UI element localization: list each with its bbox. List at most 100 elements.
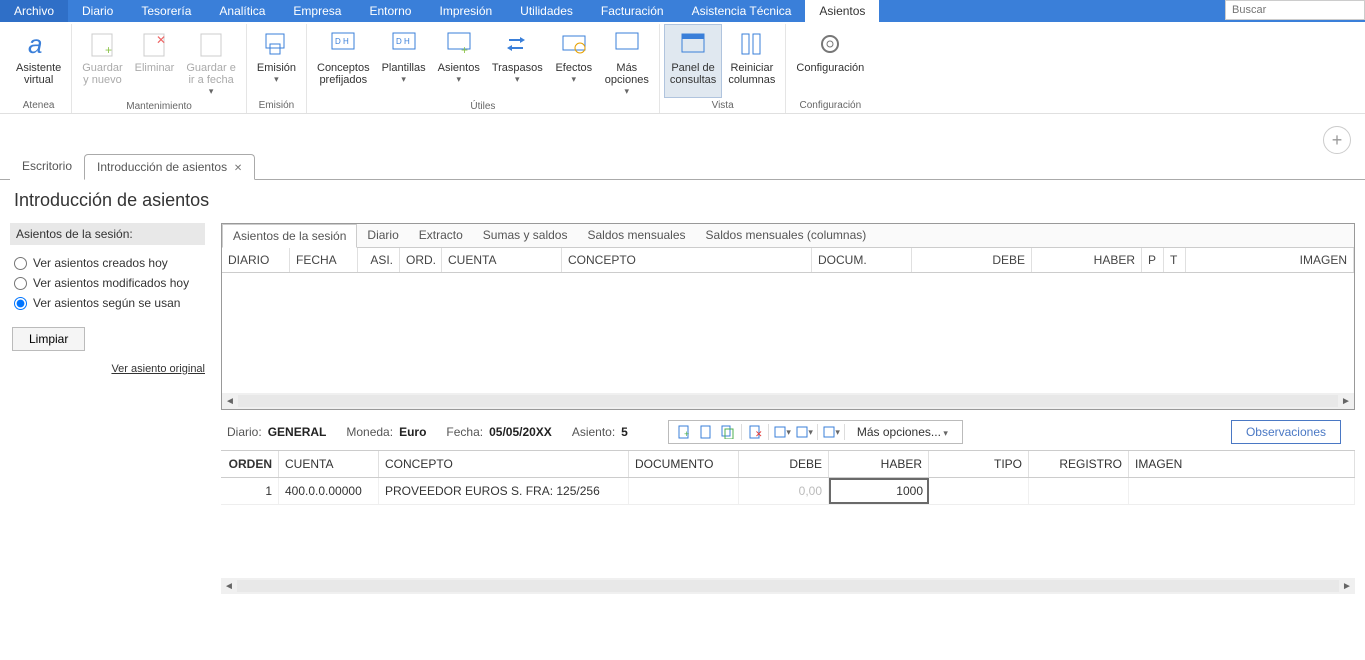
ribbon-conceptos[interactable]: D H Conceptosprefijados — [311, 24, 376, 99]
menu-asistencia[interactable]: Asistencia Técnica — [678, 0, 806, 22]
session-scrollbar[interactable]: ◄ ► — [222, 393, 1354, 409]
doc-new-icon[interactable] — [697, 423, 715, 441]
ribbon: a Asistentevirtual Atenea + Guardary nue… — [0, 22, 1365, 114]
ribbon-guardar-nuevo[interactable]: + Guardary nuevo — [76, 24, 128, 99]
cell-debe[interactable]: 0,00 — [739, 478, 829, 504]
col-fecha[interactable]: FECHA — [290, 248, 358, 272]
limpiar-button[interactable]: Limpiar — [12, 327, 85, 351]
entry-scrollbar[interactable]: ◄ ► — [221, 578, 1355, 594]
ribbon-reiniciar-columnas[interactable]: Reiniciarcolumnas — [722, 24, 781, 98]
tool-dd2-icon[interactable] — [795, 423, 813, 441]
session-tab-extracto[interactable]: Extracto — [409, 224, 473, 247]
session-tab-asientos[interactable]: Asientos de la sesión — [222, 224, 357, 248]
scroll-right-icon[interactable]: ► — [1338, 396, 1354, 407]
menu-analitica[interactable]: Analítica — [205, 0, 279, 22]
ecol-orden[interactable]: ORDEN — [221, 451, 279, 477]
cell-cuenta[interactable]: 400.0.0.00000 — [279, 478, 379, 504]
ribbon-configuracion[interactable]: Configuración — [790, 24, 870, 98]
add-tab-button[interactable]: + — [1323, 126, 1351, 154]
session-grid-body[interactable] — [222, 273, 1354, 393]
search-input[interactable] — [1225, 0, 1365, 20]
session-tab-saldos-cols[interactable]: Saldos mensuales (columnas) — [696, 224, 877, 247]
tool-dd1-icon[interactable] — [773, 423, 791, 441]
entry-scroll-right-icon[interactable]: ► — [1339, 581, 1355, 592]
session-grid-header: DIARIO FECHA ASI. ORD. CUENTA CONCEPTO D… — [222, 248, 1354, 273]
col-t[interactable]: T — [1164, 248, 1186, 272]
radio-modificados-hoy[interactable]: Ver asientos modificados hoy — [14, 273, 201, 293]
col-p[interactable]: P — [1142, 248, 1164, 272]
ecol-cuenta[interactable]: CUENTA — [279, 451, 379, 477]
gear-icon — [814, 28, 846, 60]
cell-tipo[interactable] — [929, 478, 1029, 504]
ribbon-conceptos-label: Conceptosprefijados — [317, 62, 370, 86]
ecol-imagen[interactable]: IMAGEN — [1129, 451, 1355, 477]
ribbon-panel-consultas[interactable]: Panel deconsultas — [664, 24, 722, 98]
ribbon-traspasos[interactable]: Traspasos — [486, 24, 549, 99]
cell-haber[interactable]: 1000 — [829, 478, 929, 504]
ribbon-eliminar[interactable]: ✕ Eliminar — [129, 24, 181, 99]
ribbon-guardar-fecha[interactable]: Guardar eir a fecha — [180, 24, 242, 99]
session-tab-saldos-mens[interactable]: Saldos mensuales — [577, 224, 695, 247]
menu-impresion[interactable]: Impresión — [425, 0, 506, 22]
doc-copy-icon[interactable] — [719, 423, 737, 441]
menu-facturacion[interactable]: Facturación — [587, 0, 678, 22]
scroll-track[interactable] — [238, 395, 1338, 407]
ecol-debe[interactable]: DEBE — [739, 451, 829, 477]
menu-empresa[interactable]: Empresa — [279, 0, 355, 22]
mas-opciones-dropdown[interactable]: Más opciones... — [849, 423, 956, 441]
session-tab-sumas[interactable]: Sumas y saldos — [473, 224, 578, 247]
col-asi[interactable]: ASI. — [358, 248, 400, 272]
radio-segun-usan[interactable]: Ver asientos según se usan — [14, 293, 201, 313]
radio-creados-hoy[interactable]: Ver asientos creados hoy — [14, 253, 201, 273]
col-debe[interactable]: DEBE — [912, 248, 1032, 272]
ribbon-mas-opciones[interactable]: Másopciones — [599, 24, 655, 99]
ribbon-reiniciar-label: Reiniciarcolumnas — [728, 62, 775, 86]
ribbon-efectos[interactable]: Efectos — [549, 24, 599, 99]
menu-asientos[interactable]: Asientos — [805, 0, 879, 22]
session-tab-diario[interactable]: Diario — [357, 224, 408, 247]
entry-scroll-track[interactable] — [237, 580, 1339, 592]
ecol-haber[interactable]: HABER — [829, 451, 929, 477]
scroll-left-icon[interactable]: ◄ — [222, 396, 238, 407]
observaciones-button[interactable]: Observaciones — [1231, 420, 1341, 444]
cell-imagen[interactable] — [1129, 478, 1355, 504]
col-imagen[interactable]: IMAGEN — [1186, 248, 1354, 272]
tab-introduccion-asientos[interactable]: Introducción de asientos — [84, 154, 255, 180]
delete-icon: ✕ — [138, 28, 170, 60]
entry-row-1[interactable]: 1 400.0.0.00000 PROVEEDOR EUROS S. FRA: … — [221, 478, 1355, 505]
cell-concepto[interactable]: PROVEEDOR EUROS S. FRA: 125/256 — [379, 478, 629, 504]
doc-delete-icon[interactable]: ✕ — [746, 423, 764, 441]
menu-entorno[interactable]: Entorno — [355, 0, 425, 22]
col-ord[interactable]: ORD. — [400, 248, 442, 272]
svg-text:+: + — [105, 43, 112, 57]
ecol-documento[interactable]: DOCUMENTO — [629, 451, 739, 477]
menu-diario[interactable]: Diario — [68, 0, 127, 22]
menu-utilidades[interactable]: Utilidades — [506, 0, 587, 22]
tool-dd3-icon[interactable] — [822, 423, 840, 441]
cell-registro[interactable] — [1029, 478, 1129, 504]
ribbon-emision[interactable]: Emisión — [251, 24, 302, 98]
cell-orden[interactable]: 1 — [221, 478, 279, 504]
col-concepto[interactable]: CONCEPTO — [562, 248, 812, 272]
close-tab-icon[interactable] — [227, 160, 242, 174]
doc-add-icon[interactable]: + — [675, 423, 693, 441]
menu-tesoreria[interactable]: Tesorería — [127, 0, 205, 22]
cell-documento[interactable] — [629, 478, 739, 504]
col-docum[interactable]: DOCUM. — [812, 248, 912, 272]
ribbon-plantillas[interactable]: D H Plantillas — [376, 24, 432, 99]
tab-escritorio[interactable]: Escritorio — [10, 154, 84, 180]
col-cuenta[interactable]: CUENTA — [442, 248, 562, 272]
ecol-registro[interactable]: REGISTRO — [1029, 451, 1129, 477]
ecol-concepto[interactable]: CONCEPTO — [379, 451, 629, 477]
col-haber[interactable]: HABER — [1032, 248, 1142, 272]
ribbon-asientos[interactable]: + Asientos — [432, 24, 486, 99]
ecol-tipo[interactable]: TIPO — [929, 451, 1029, 477]
ver-asiento-original-link[interactable]: Ver asiento original — [10, 357, 205, 381]
col-diario[interactable]: DIARIO — [222, 248, 290, 272]
menu-archivo[interactable]: Archivo — [0, 0, 68, 22]
svg-text:+: + — [461, 43, 468, 57]
ribbon-group-vista: Vista — [712, 98, 734, 113]
tab-intro-label: Introducción de asientos — [97, 160, 227, 174]
entry-scroll-left-icon[interactable]: ◄ — [221, 581, 237, 592]
ribbon-asistente-virtual[interactable]: a Asistentevirtual — [10, 24, 67, 98]
